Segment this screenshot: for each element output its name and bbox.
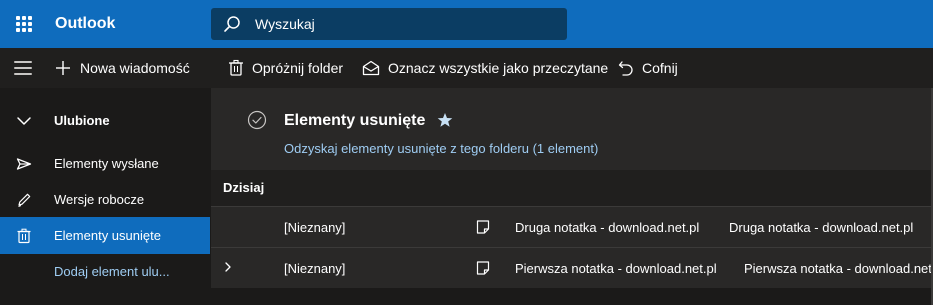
trash-icon: [229, 59, 243, 76]
message-subject: Pierwsza notatka - download.net.pl: [515, 261, 717, 276]
favorites-label: Ulubione: [54, 113, 110, 128]
new-message-label: Nowa wiadomość: [80, 60, 190, 76]
mark-all-read-label: Oznacz wszystkie jako przeczytane: [388, 60, 609, 76]
list-item[interactable]: [Nieznany] Druga notatka - download.net.…: [211, 206, 933, 247]
message-sender: [Nieznany]: [284, 220, 346, 235]
sidebar-item-label: Elementy wysłane: [54, 156, 159, 171]
chevron-down-icon[interactable]: [16, 113, 32, 129]
trash-icon: [17, 228, 31, 244]
sidebar-item-add-favorite[interactable]: Dodaj element ulu...: [0, 253, 210, 290]
select-all-check-icon[interactable]: [247, 110, 267, 130]
app-title[interactable]: Outlook: [55, 15, 115, 33]
pencil-icon: [18, 193, 31, 208]
sidebar-item-deleted[interactable]: Elementy usunięte: [0, 217, 210, 254]
mark-all-read-button[interactable]: Oznacz wszystkie jako przeczytane: [362, 48, 608, 88]
folder-pane: Ulubione Elementy wysłane Wersje robocze…: [0, 88, 210, 305]
message-preview: Druga notatka - download.net.pl: [729, 220, 914, 235]
note-icon: [476, 220, 490, 234]
group-label: Dzisiaj: [223, 180, 265, 195]
undo-label: Cofnij: [642, 60, 678, 76]
folder-title: Elementy usunięte: [284, 112, 426, 129]
undo-button[interactable]: Cofnij: [618, 48, 678, 88]
top-bar: Outlook: [0, 0, 933, 48]
empty-folder-button[interactable]: Opróżnij folder: [228, 48, 343, 88]
search-box[interactable]: [211, 8, 567, 40]
open-envelope-icon: [362, 60, 380, 76]
message-list: Elementy usunięte Odzyskaj elementy usun…: [211, 88, 933, 305]
star-icon[interactable]: [437, 112, 453, 128]
note-icon: [476, 261, 490, 275]
search-input[interactable]: [255, 8, 555, 40]
sidebar-item-label: Elementy usunięte: [54, 228, 161, 243]
app-launcher-icon[interactable]: [16, 16, 32, 32]
command-bar: Nowa wiadomość Opróżnij folder Oznacz ws…: [0, 48, 933, 88]
recover-deleted-link[interactable]: Odzyskaj elementy usunięte z tego folder…: [284, 141, 598, 156]
plus-icon: [56, 61, 70, 75]
new-message-button[interactable]: Nowa wiadomość: [54, 48, 190, 88]
sidebar-item-label: Dodaj element ulu...: [54, 264, 170, 279]
group-header: Dzisiaj: [211, 170, 933, 206]
sidebar-item-sent[interactable]: Elementy wysłane: [0, 145, 210, 182]
send-icon: [16, 158, 32, 170]
message-sender: [Nieznany]: [284, 261, 346, 276]
message-preview: Pierwsza notatka - download.net.pl: [744, 261, 933, 276]
search-icon: [224, 16, 240, 32]
folder-header: Elementy usunięte Odzyskaj elementy usun…: [211, 88, 933, 170]
empty-folder-label: Opróżnij folder: [252, 60, 344, 76]
chevron-right-icon[interactable]: [223, 262, 233, 272]
hamburger-menu-icon[interactable]: [14, 61, 32, 75]
list-item[interactable]: [Nieznany] Pierwsza notatka - download.n…: [211, 247, 933, 288]
favorites-header[interactable]: Ulubione: [0, 102, 210, 139]
sidebar-item-drafts[interactable]: Wersje robocze: [0, 181, 210, 218]
sidebar-item-label: Wersje robocze: [54, 192, 145, 207]
undo-icon: [618, 61, 633, 76]
message-subject: Druga notatka - download.net.pl: [515, 220, 700, 235]
